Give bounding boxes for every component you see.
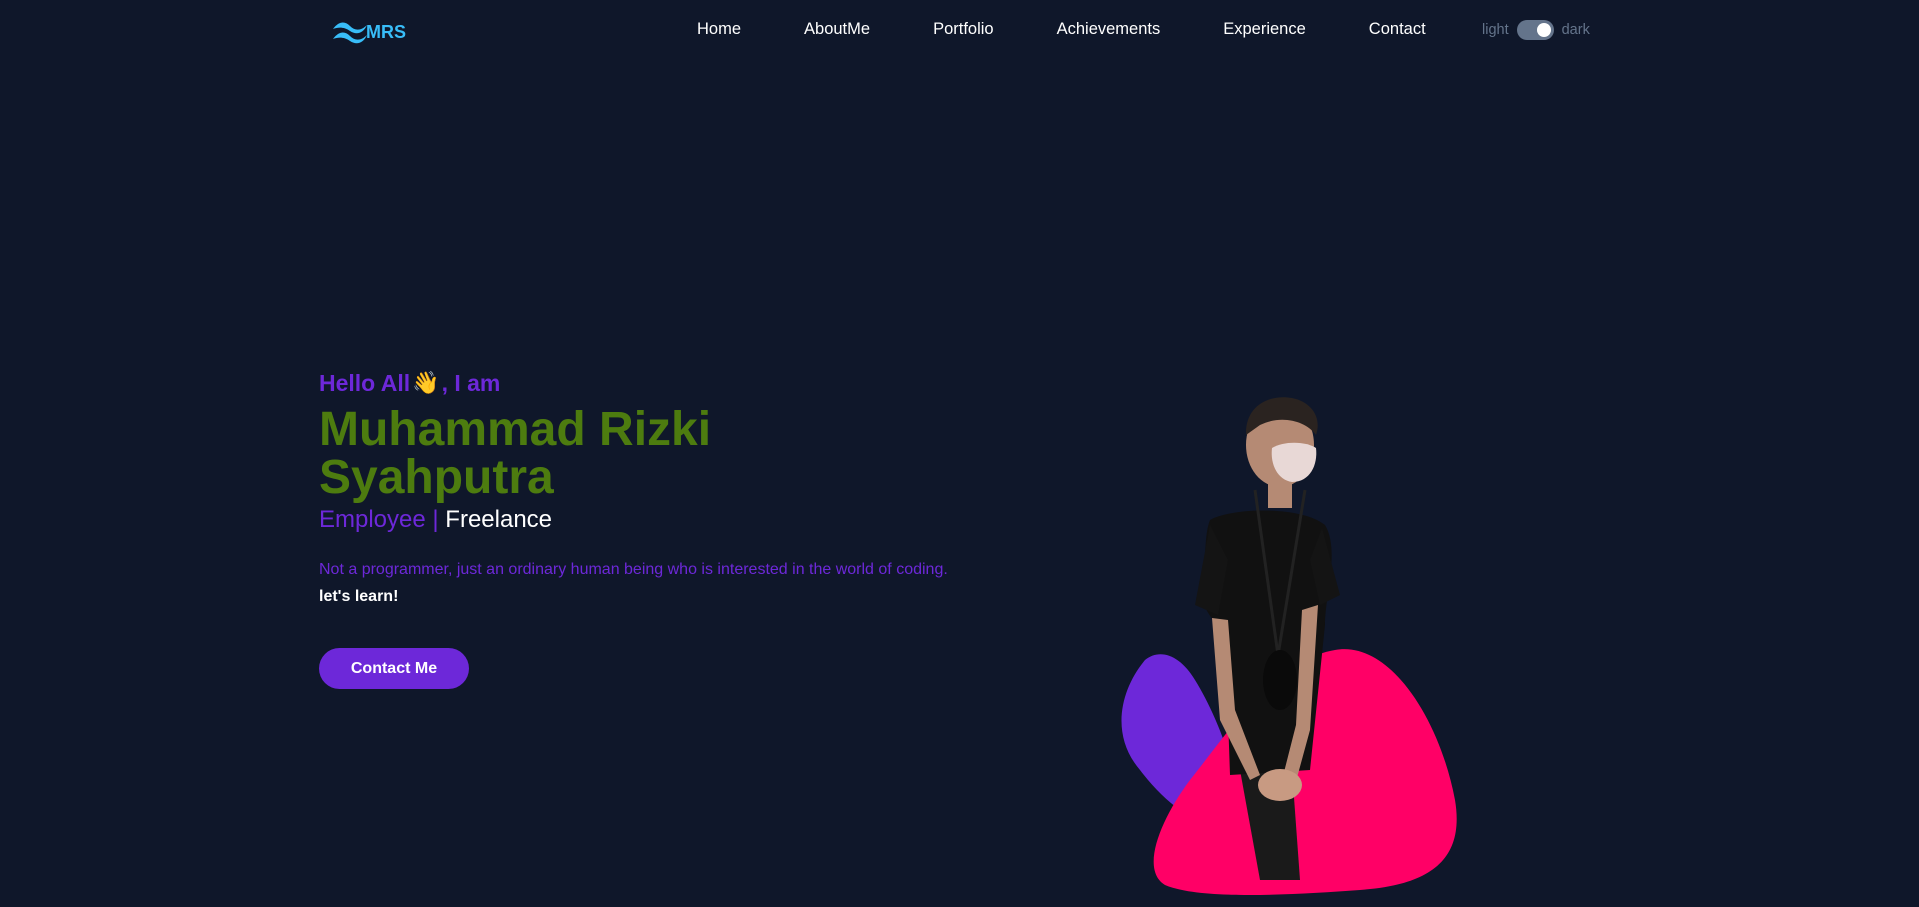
wave-logo-icon [333, 22, 367, 44]
hero-tagline: let's learn! [319, 588, 399, 605]
nav-experience[interactable]: Experience [1223, 20, 1306, 39]
nav-portfolio[interactable]: Portfolio [933, 20, 994, 39]
nav-achievements[interactable]: Achievements [1057, 20, 1161, 39]
theme-light-label: light [1482, 22, 1509, 38]
nav-aboutme[interactable]: AboutMe [804, 20, 870, 39]
hero-role: Employee | Freelance [319, 504, 959, 536]
greeting-suffix: , I am [441, 370, 501, 396]
main-nav: Home AboutMe Portfolio Achievements Expe… [697, 20, 1426, 39]
hero-greeting: Hello All 👋 , I am [319, 366, 959, 400]
toggle-knob [1536, 23, 1551, 37]
portfolio-page: MRS Home AboutMe Portfolio Achievements … [0, 0, 1919, 907]
role-primary: Employee | [319, 506, 439, 533]
hero-portrait-image [1121, 397, 1457, 895]
theme-toggle: light dark [1482, 20, 1590, 40]
hero-illustration [1100, 390, 1480, 907]
logo-text: MRS [366, 21, 406, 42]
greeting-prefix: Hello All [319, 370, 411, 396]
nav-contact[interactable]: Contact [1369, 20, 1426, 39]
theme-dark-label: dark [1561, 22, 1590, 38]
hero-intro: Hello All 👋 , I am Muhammad Rizki Syahpu… [319, 366, 959, 689]
hero-description: Not a programmer, just an ordinary human… [319, 561, 948, 578]
role-secondary: Freelance [445, 506, 553, 533]
contact-me-button[interactable]: Contact Me [319, 648, 469, 689]
hero-name: Muhammad Rizki Syahputra [319, 403, 712, 504]
site-logo[interactable]: MRS [330, 17, 406, 47]
dark-mode-switch[interactable] [1516, 20, 1554, 40]
nav-home[interactable]: Home [697, 20, 741, 39]
site-header: MRS Home AboutMe Portfolio Achievements … [0, 0, 1919, 64]
waving-hand-icon: 👋 [412, 370, 440, 395]
